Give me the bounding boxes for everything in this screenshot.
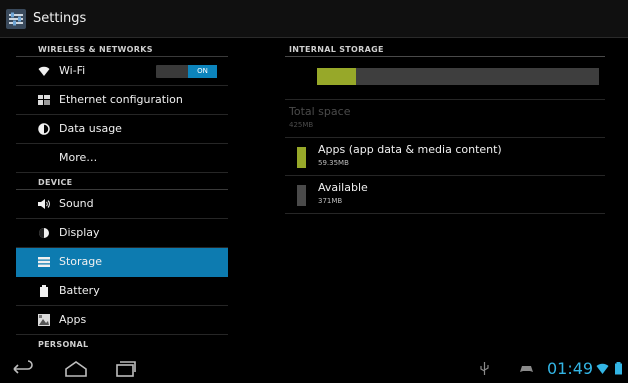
- section-header-device: DEVICE: [16, 173, 228, 190]
- total-space-value: 425MB: [289, 121, 314, 129]
- sidebar-item-label: More…: [59, 151, 98, 164]
- sidebar-item-ethernet[interactable]: Ethernet configuration: [16, 86, 228, 115]
- sidebar-item-label: Battery: [59, 284, 100, 297]
- apps-storage-label: Apps (app data & media content): [318, 143, 502, 156]
- wifi-toggle-state: ON: [188, 65, 217, 78]
- speaker-icon: [38, 199, 50, 209]
- available-color-swatch: [297, 185, 306, 206]
- sidebar-item-more[interactable]: More…: [16, 144, 228, 173]
- sidebar-item-label: Data usage: [59, 122, 122, 135]
- apps-icon: [38, 314, 50, 326]
- sidebar-item-label: Ethernet configuration: [59, 93, 183, 106]
- storage-section-header: INTERNAL STORAGE: [285, 40, 605, 57]
- ethernet-icon: [38, 95, 50, 105]
- sidebar-item-label: Sound: [59, 197, 94, 210]
- usb-icon: [480, 362, 489, 375]
- sidebar-item-wifi[interactable]: Wi-Fi ON: [16, 57, 228, 86]
- total-space-row: Total space 425MB: [285, 100, 605, 138]
- sidebar-item-storage[interactable]: Storage: [16, 248, 228, 277]
- data-usage-icon: [38, 123, 50, 135]
- battery-status-icon: [615, 362, 622, 375]
- battery-icon: [40, 285, 48, 297]
- section-header-wireless: WIRELESS & NETWORKS: [16, 40, 228, 57]
- storage-icon: [38, 257, 50, 267]
- available-storage-row: Available 371MB: [285, 176, 605, 214]
- display-icon: [39, 228, 49, 238]
- total-space-label: Total space: [289, 105, 351, 118]
- available-storage-label: Available: [318, 181, 368, 194]
- section-header-personal: PERSONAL: [38, 340, 89, 349]
- available-storage-value: 371MB: [318, 197, 343, 205]
- sidebar-item-label: Display: [59, 226, 100, 239]
- sidebar-item-apps[interactable]: Apps: [16, 306, 228, 335]
- home-icon[interactable]: [64, 360, 88, 378]
- wifi-icon: [38, 66, 50, 76]
- sidebar-item-sound[interactable]: Sound: [16, 190, 228, 219]
- sidebar-item-data-usage[interactable]: Data usage: [16, 115, 228, 144]
- storage-panel: INTERNAL STORAGE Total space 425MB Apps …: [285, 40, 605, 214]
- settings-sliders-icon[interactable]: [6, 9, 26, 29]
- sidebar-item-label: Apps: [59, 313, 87, 326]
- apps-color-swatch: [297, 147, 306, 168]
- storage-usage-row: [285, 57, 605, 100]
- status-clock: 01:49: [547, 359, 594, 378]
- sidebar-item-display[interactable]: Display: [16, 219, 228, 248]
- sidebar-item-label: Wi-Fi: [59, 64, 86, 77]
- action-bar: Settings: [0, 0, 628, 38]
- back-icon[interactable]: [10, 360, 34, 378]
- sidebar-item-label: Storage: [59, 255, 103, 268]
- app-title: Settings: [33, 11, 87, 26]
- apps-storage-row[interactable]: Apps (app data & media content) 59.35MB: [285, 138, 605, 176]
- storage-usage-bar: [317, 68, 599, 85]
- gamepad-icon: [520, 366, 533, 372]
- wifi-signal-icon: [596, 363, 609, 374]
- recent-apps-icon[interactable]: [113, 360, 137, 378]
- storage-usage-fill: [317, 68, 356, 85]
- apps-storage-value: 59.35MB: [318, 159, 349, 167]
- wifi-toggle[interactable]: ON: [156, 65, 217, 78]
- sidebar-item-battery[interactable]: Battery: [16, 277, 228, 306]
- settings-list: WIRELESS & NETWORKS Wi-Fi ON Ethernet co…: [16, 40, 228, 352]
- system-nav-bar: 01:49: [0, 355, 628, 383]
